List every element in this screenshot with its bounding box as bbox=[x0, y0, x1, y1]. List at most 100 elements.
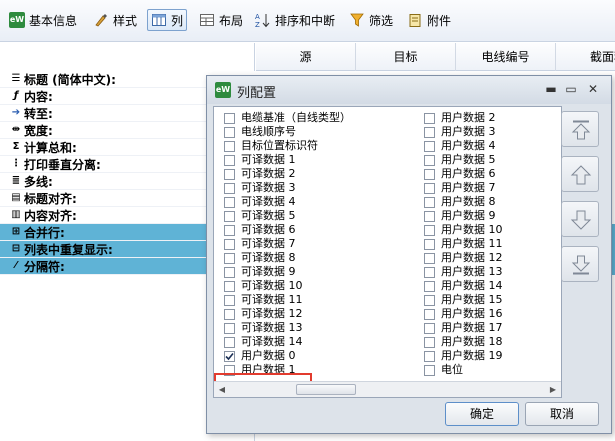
tab-sort-break[interactable]: AZ 排序和中断 bbox=[252, 9, 338, 31]
grid-column-wire-number[interactable]: 电线编号 bbox=[456, 43, 556, 71]
checkbox[interactable] bbox=[224, 196, 235, 208]
cancel-button[interactable]: 取消 bbox=[525, 402, 599, 426]
column-option[interactable]: 可译数据 4 bbox=[224, 195, 351, 209]
column-option[interactable]: 可译数据 6 bbox=[224, 223, 351, 237]
column-option[interactable]: 可译数据 14 bbox=[224, 335, 351, 349]
checkbox[interactable] bbox=[424, 336, 435, 348]
checkbox[interactable] bbox=[224, 280, 235, 292]
column-option[interactable]: 用户数据 8 bbox=[424, 195, 503, 209]
ok-button[interactable]: 确定 bbox=[445, 402, 519, 426]
column-option[interactable]: 电位 bbox=[424, 363, 503, 377]
dialog-titlebar[interactable]: eW 列配置 ▬ ▭ ✕ bbox=[207, 76, 611, 104]
move-up-button[interactable] bbox=[561, 156, 599, 192]
column-option[interactable]: 用户数据 18 bbox=[424, 335, 503, 349]
column-option[interactable]: 可译数据 10 bbox=[224, 279, 351, 293]
checkbox-checked[interactable] bbox=[224, 350, 235, 362]
checkbox[interactable] bbox=[224, 322, 235, 334]
checkbox[interactable] bbox=[224, 364, 235, 376]
checkbox[interactable] bbox=[224, 336, 235, 348]
column-option[interactable]: 电缆基准（自线类型） bbox=[224, 111, 351, 125]
checkbox[interactable] bbox=[424, 126, 435, 138]
column-option[interactable]: 可译数据 2 bbox=[224, 167, 351, 181]
checkbox[interactable] bbox=[424, 140, 435, 152]
column-option[interactable]: 可译数据 9 bbox=[224, 265, 351, 279]
column-option[interactable]: 用户数据 3 bbox=[424, 125, 503, 139]
column-option[interactable]: 用户数据 12 bbox=[424, 251, 503, 265]
column-option[interactable]: 可译数据 8 bbox=[224, 251, 351, 265]
checkbox[interactable] bbox=[224, 238, 235, 250]
move-to-top-button[interactable] bbox=[561, 111, 599, 147]
column-option[interactable]: 用户数据 6 bbox=[424, 167, 503, 181]
grid-column-source[interactable]: 源 bbox=[256, 43, 356, 71]
checkbox[interactable] bbox=[224, 266, 235, 278]
column-option[interactable]: 用户数据 1 bbox=[224, 363, 351, 377]
tab-basic-info[interactable]: eW 基本信息 bbox=[6, 9, 80, 31]
column-option[interactable]: 用户数据 7 bbox=[424, 181, 503, 195]
tab-layout[interactable]: 布局 bbox=[196, 9, 246, 31]
column-option[interactable]: 用户数据 0 bbox=[224, 349, 351, 363]
close-icon[interactable]: ✕ bbox=[585, 81, 601, 97]
checkbox[interactable] bbox=[424, 210, 435, 222]
tab-filter[interactable]: 筛选 bbox=[346, 9, 396, 31]
checkbox[interactable] bbox=[224, 112, 235, 124]
column-option[interactable]: 用户数据 10 bbox=[424, 223, 503, 237]
checkbox[interactable] bbox=[424, 224, 435, 236]
checkbox[interactable] bbox=[424, 266, 435, 278]
column-option[interactable]: 用户数据 11 bbox=[424, 237, 503, 251]
column-option[interactable]: 用户数据 2 bbox=[424, 111, 503, 125]
checkbox[interactable] bbox=[224, 154, 235, 166]
column-option[interactable]: 用户数据 14 bbox=[424, 279, 503, 293]
checkbox[interactable] bbox=[424, 322, 435, 334]
checkbox[interactable] bbox=[224, 126, 235, 138]
grid-column-target[interactable]: 目标 bbox=[356, 43, 456, 71]
column-option[interactable]: 用户数据 17 bbox=[424, 321, 503, 335]
checkbox[interactable] bbox=[224, 252, 235, 264]
checkbox[interactable] bbox=[224, 168, 235, 180]
column-option[interactable]: 用户数据 13 bbox=[424, 265, 503, 279]
column-option[interactable]: 用户数据 19 bbox=[424, 349, 503, 363]
checkbox[interactable] bbox=[424, 182, 435, 194]
scroll-thumb[interactable] bbox=[296, 384, 356, 395]
scroll-right-icon[interactable]: ▶ bbox=[545, 382, 561, 397]
column-option[interactable]: 可译数据 13 bbox=[224, 321, 351, 335]
minimize-icon[interactable]: ▬ bbox=[543, 81, 559, 97]
checkbox[interactable] bbox=[424, 238, 435, 250]
checkbox[interactable] bbox=[424, 196, 435, 208]
column-option[interactable]: 可译数据 1 bbox=[224, 153, 351, 167]
tab-style[interactable]: 样式 bbox=[90, 9, 140, 31]
checkbox[interactable] bbox=[224, 140, 235, 152]
column-option[interactable]: 可译数据 5 bbox=[224, 209, 351, 223]
column-option[interactable]: 用户数据 15 bbox=[424, 293, 503, 307]
tab-columns[interactable]: 列 bbox=[147, 9, 188, 31]
checkbox[interactable] bbox=[424, 168, 435, 180]
checkbox[interactable] bbox=[224, 224, 235, 236]
grid-column-cross-section[interactable]: 截面积 bbox=[556, 43, 615, 71]
tab-attachment[interactable]: 附件 bbox=[404, 9, 454, 31]
column-checklist[interactable]: 电缆基准（自线类型） 电线顺序号 目标位置标识符 可译数据 1 可译数据 2 可译数据 3… bbox=[213, 106, 562, 398]
checkbox[interactable] bbox=[424, 308, 435, 320]
move-down-button[interactable] bbox=[561, 201, 599, 237]
maximize-icon[interactable]: ▭ bbox=[563, 81, 579, 97]
column-option[interactable]: 用户数据 5 bbox=[424, 153, 503, 167]
checkbox[interactable] bbox=[424, 280, 435, 292]
column-option[interactable]: 可译数据 11 bbox=[224, 293, 351, 307]
column-option[interactable]: 电线顺序号 bbox=[224, 125, 351, 139]
checkbox[interactable] bbox=[424, 252, 435, 264]
checkbox[interactable] bbox=[224, 308, 235, 320]
checkbox[interactable] bbox=[424, 112, 435, 124]
column-option[interactable]: 可译数据 7 bbox=[224, 237, 351, 251]
column-option[interactable]: 用户数据 4 bbox=[424, 139, 503, 153]
checkbox[interactable] bbox=[424, 294, 435, 306]
column-option[interactable]: 用户数据 16 bbox=[424, 307, 503, 321]
column-option[interactable]: 可译数据 3 bbox=[224, 181, 351, 195]
checkbox[interactable] bbox=[224, 182, 235, 194]
checkbox[interactable] bbox=[224, 210, 235, 222]
scroll-left-icon[interactable]: ◀ bbox=[214, 382, 230, 397]
checkbox[interactable] bbox=[424, 350, 435, 362]
checkbox[interactable] bbox=[424, 364, 435, 376]
checkbox[interactable] bbox=[424, 154, 435, 166]
column-option[interactable]: 用户数据 9 bbox=[424, 209, 503, 223]
horizontal-scrollbar[interactable]: ◀ ▶ bbox=[214, 381, 561, 397]
checkbox[interactable] bbox=[224, 294, 235, 306]
move-to-bottom-button[interactable] bbox=[561, 246, 599, 282]
